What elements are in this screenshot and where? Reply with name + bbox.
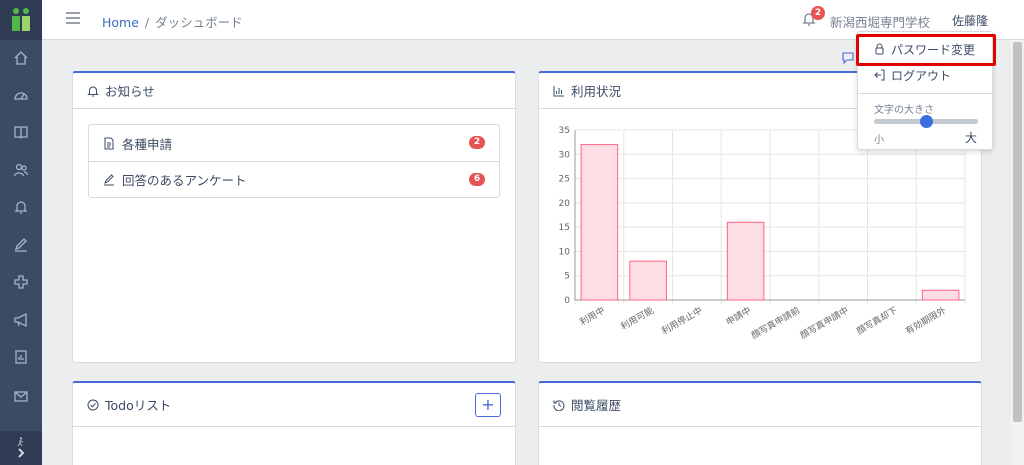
font-size-large-label: 大 xyxy=(965,131,978,145)
logout-menu-item[interactable]: ログアウト xyxy=(858,64,992,86)
font-size-slider-handle[interactable] xyxy=(920,115,933,128)
logout-label: ログアウト xyxy=(891,68,952,83)
speedometer-icon[interactable] xyxy=(0,84,42,108)
chat-icon[interactable] xyxy=(842,52,854,64)
user-dropdown-menu: パスワード変更 ログアウト 文字の大きさ 小 大 xyxy=(856,31,996,150)
y-tick-label: 0 xyxy=(564,296,570,306)
breadcrumb: Home / ダッシュボード xyxy=(102,12,243,31)
y-tick-label: 15 xyxy=(559,223,570,233)
pencil-icon xyxy=(104,174,114,186)
report-icon[interactable] xyxy=(0,345,42,369)
change-password-menu-item[interactable]: パスワード変更 xyxy=(858,38,992,60)
lock-icon xyxy=(875,43,884,55)
bell-icon xyxy=(87,86,99,96)
menu-divider xyxy=(858,93,992,94)
bell-icon[interactable] xyxy=(0,195,42,219)
document-icon xyxy=(104,137,114,149)
y-tick-label: 25 xyxy=(559,175,570,185)
list-item-label: 各種申請 xyxy=(122,136,173,152)
walk-icon xyxy=(17,437,24,447)
breadcrumb-separator: / xyxy=(144,15,150,30)
breadcrumb-home-link[interactable]: Home xyxy=(102,15,139,30)
chart-bar xyxy=(629,260,667,301)
x-tick-label: 顔写真申請前 xyxy=(749,304,802,341)
notices-card: お知らせ 各種申請 2 回答のあるアンケート 6 xyxy=(72,71,516,363)
history-card-header: 閲覧履歴 xyxy=(539,383,981,427)
x-tick-label: 顔写真却下 xyxy=(854,304,899,337)
check-circle-icon xyxy=(87,399,99,410)
notification-badge: 2 xyxy=(811,6,825,20)
notices-card-header: お知らせ xyxy=(73,73,515,109)
notices-list: 各種申請 2 回答のあるアンケート 6 xyxy=(88,124,500,198)
todo-card-header: Todoリスト xyxy=(73,383,515,427)
list-item[interactable]: 回答のあるアンケート 6 xyxy=(89,161,499,197)
chevron-right-icon xyxy=(18,448,25,458)
notices-title: お知らせ xyxy=(105,84,155,99)
font-size-label: 文字の大きさ xyxy=(874,105,934,116)
chart-bar xyxy=(921,289,960,301)
pencil-icon[interactable] xyxy=(0,232,42,256)
page-scrollbar-thumb[interactable] xyxy=(1013,42,1022,422)
home-icon[interactable] xyxy=(0,46,42,70)
user-menu-toggle[interactable]: 佐藤隆 xyxy=(952,12,988,29)
list-item-label: 回答のあるアンケート xyxy=(122,173,247,188)
count-badge: 2 xyxy=(469,136,485,149)
add-todo-button[interactable]: + xyxy=(475,393,501,417)
x-tick-label: 顔写真申請中 xyxy=(798,304,851,341)
plus-icon[interactable] xyxy=(0,270,42,294)
logout-icon xyxy=(874,69,885,81)
breadcrumb-current: ダッシュボード xyxy=(155,15,243,30)
history-icon xyxy=(553,399,565,411)
x-tick-label: 利用中 xyxy=(577,304,606,328)
app-logo[interactable] xyxy=(0,0,42,40)
hamburger-menu-icon[interactable] xyxy=(66,12,80,24)
y-tick-label: 35 xyxy=(559,126,570,136)
people-icon[interactable] xyxy=(0,158,42,182)
y-tick-label: 10 xyxy=(559,247,571,257)
book-icon[interactable] xyxy=(0,120,42,144)
chart-bar xyxy=(726,221,765,301)
count-badge: 6 xyxy=(469,173,485,186)
usage-title: 利用状況 xyxy=(571,84,622,99)
font-size-small-label: 小 xyxy=(874,135,884,146)
list-item[interactable]: 各種申請 2 xyxy=(89,125,499,161)
history-title: 閲覧履歴 xyxy=(571,398,622,413)
sidebar xyxy=(0,0,42,465)
x-tick-label: 有効期限外 xyxy=(903,304,948,337)
bar-chart-icon xyxy=(553,85,564,96)
change-password-label: パスワード変更 xyxy=(891,42,976,57)
school-name: 新潟西堀専門学校 xyxy=(830,15,931,30)
x-tick-label: 利用停止中 xyxy=(659,304,704,337)
x-tick-label: 申請中 xyxy=(724,304,753,328)
x-tick-label: 利用可能 xyxy=(618,304,655,332)
history-card: 閲覧履歴 xyxy=(538,381,982,465)
todo-title: Todoリスト xyxy=(105,398,172,413)
chart-bar xyxy=(580,144,619,301)
y-tick-label: 5 xyxy=(564,272,570,282)
todo-card: Todoリスト + xyxy=(72,381,516,465)
y-tick-label: 20 xyxy=(559,199,571,209)
megaphone-icon[interactable] xyxy=(0,308,42,332)
mail-icon[interactable] xyxy=(0,384,42,408)
y-tick-label: 30 xyxy=(559,150,571,160)
sidebar-toggle[interactable] xyxy=(0,431,42,465)
